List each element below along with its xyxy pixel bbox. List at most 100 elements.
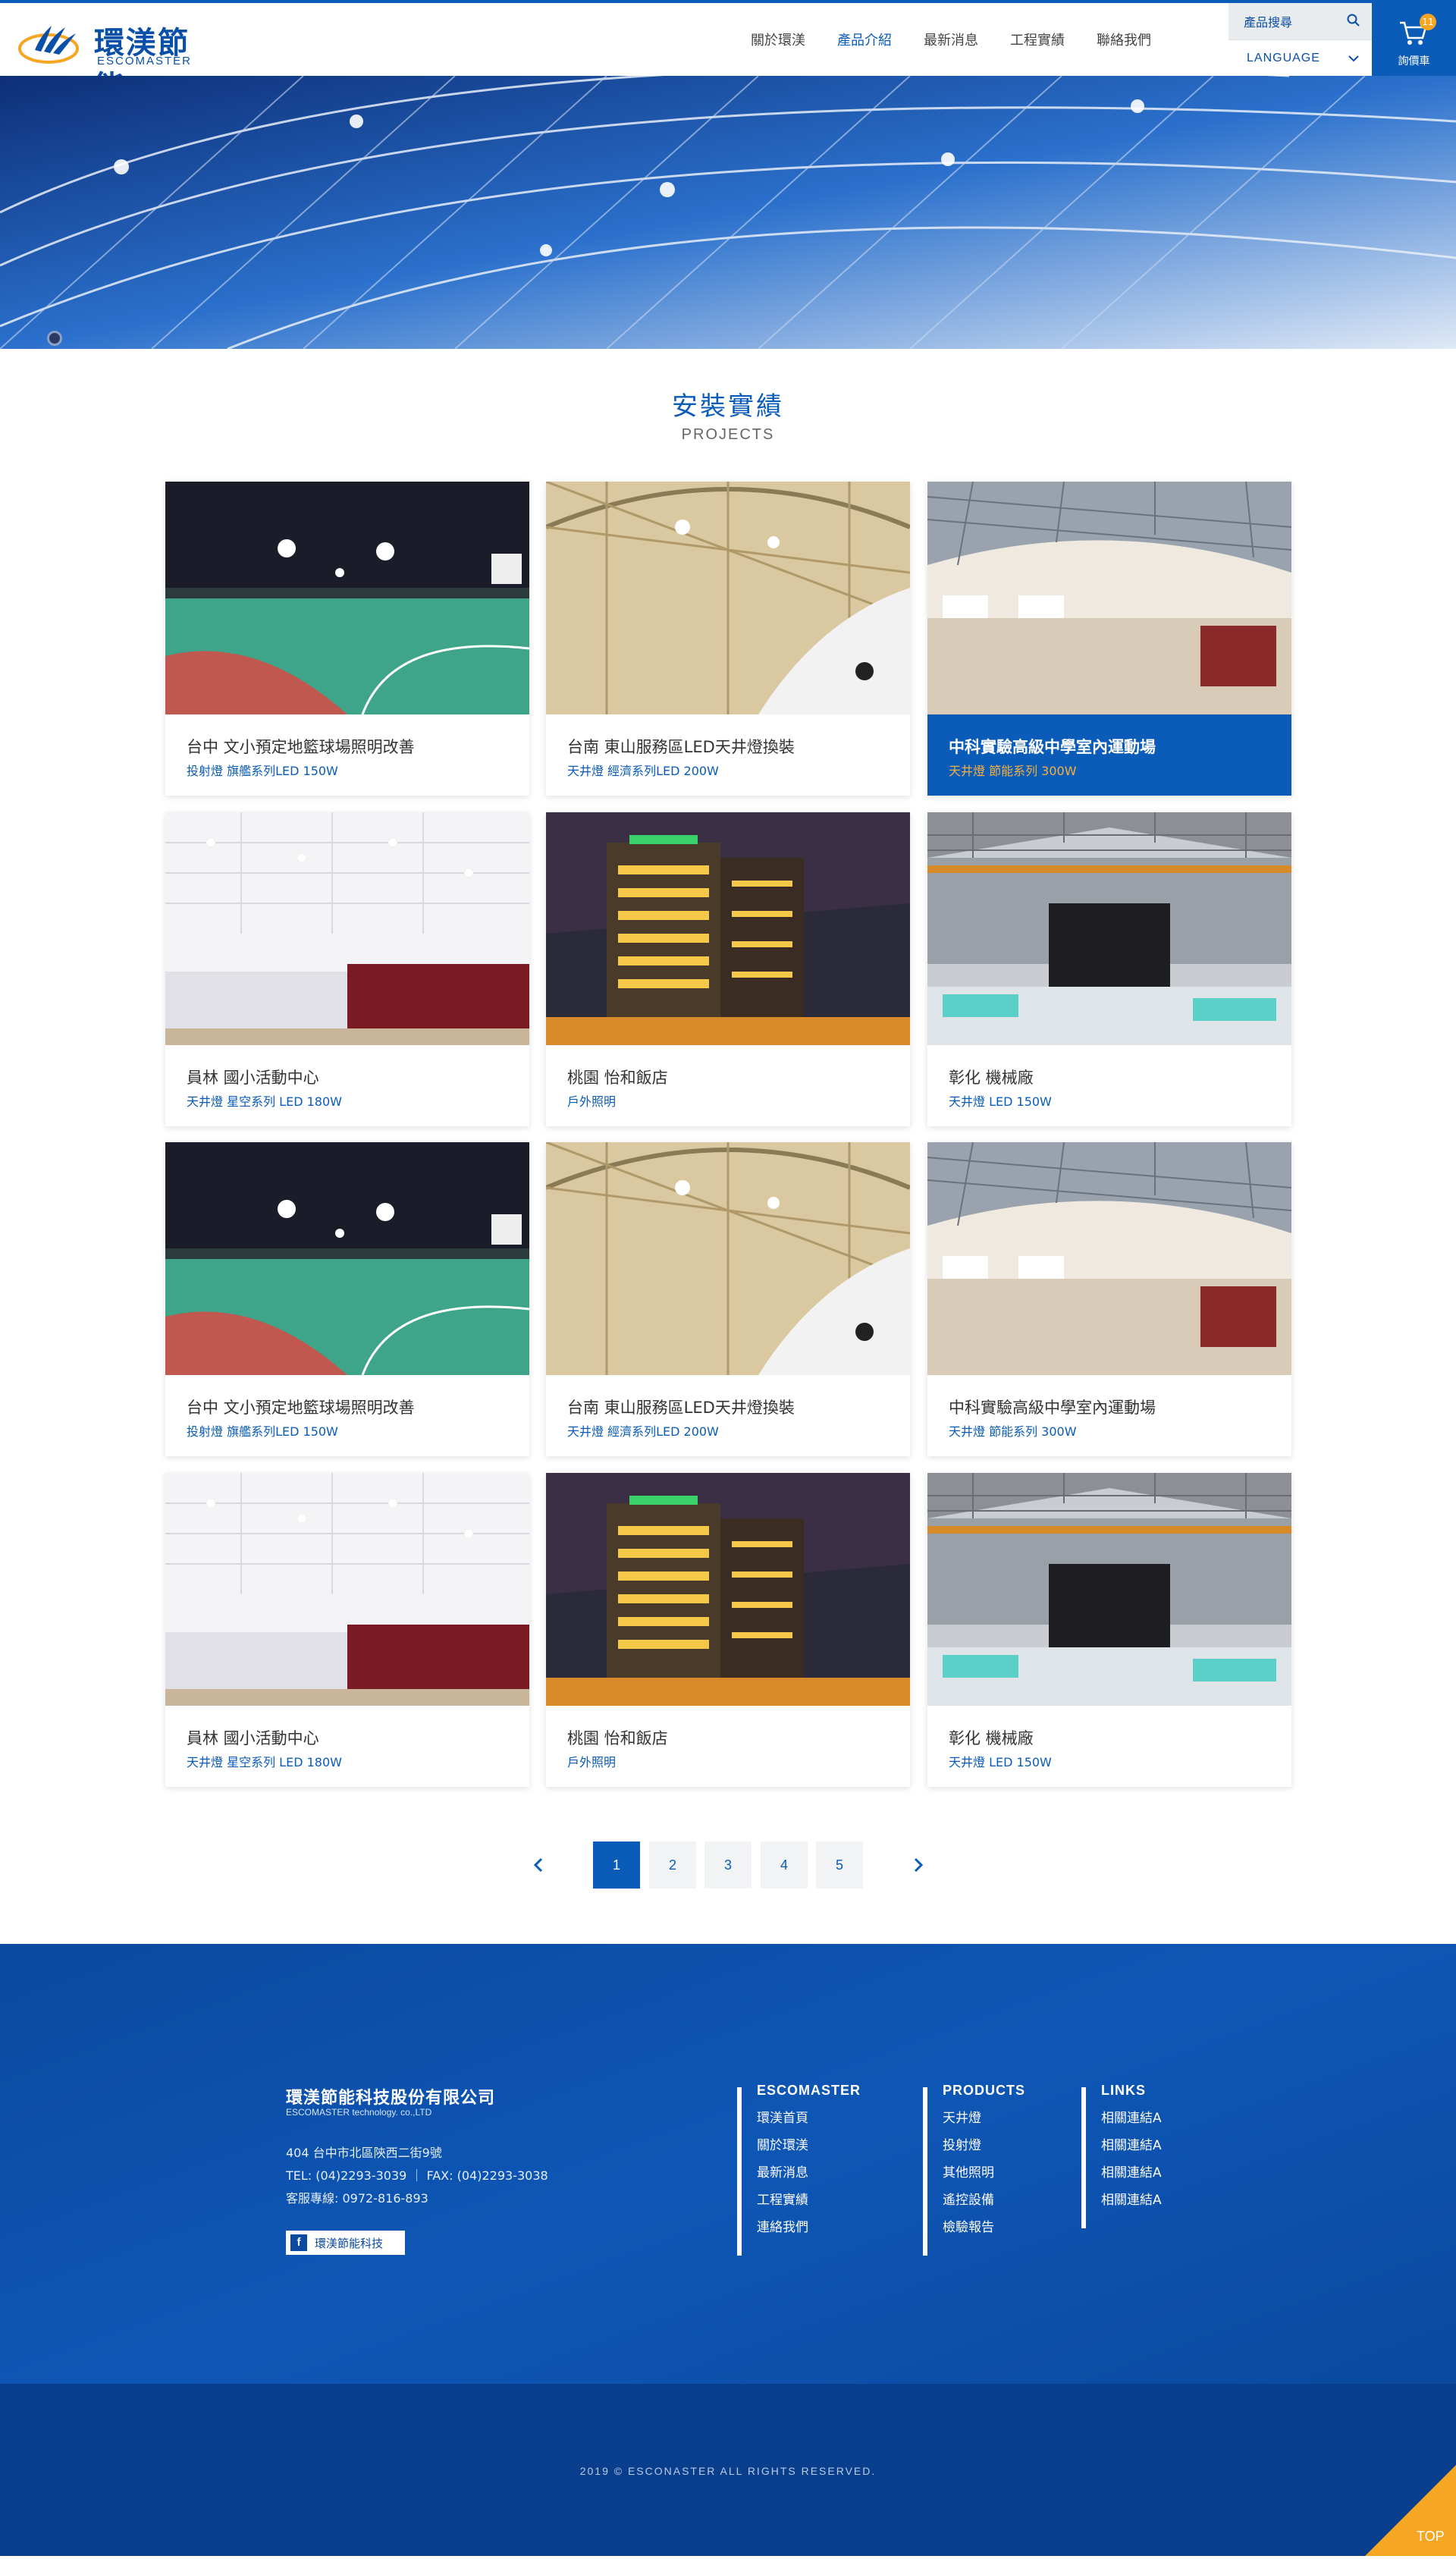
- logo-text-en: ESCOMASTER: [97, 55, 193, 68]
- language-label: LANGUAGE: [1247, 51, 1320, 64]
- language-select[interactable]: LANGUAGE: [1228, 39, 1372, 76]
- hero-banner: [0, 76, 1456, 349]
- project-title: 員林 國小活動中心: [187, 1069, 319, 1087]
- facebook-label: 環渼節能科技: [315, 2236, 384, 2250]
- project-card[interactable]: 台中 文小預定地籃球場照明改善 投射燈 旗艦系列LED 150W: [165, 1142, 529, 1456]
- project-title: 台南 東山服務區LED天井燈換裝: [567, 738, 795, 756]
- project-image: [546, 1142, 910, 1375]
- footer-link-related[interactable]: 相關連結A: [1101, 2139, 1162, 2153]
- footer-tel-fax: TEL: (04)2293-3039 ｜ FAX: (04)2293-3038: [286, 2168, 548, 2183]
- footer-hotline: 客服專線: 0972-816-893: [286, 2191, 428, 2206]
- project-tag: 戶外照明: [567, 1094, 617, 1109]
- project-card[interactable]: 台南 東山服務區LED天井燈換裝 天井燈 經濟系列LED 200W: [546, 1142, 910, 1456]
- footer-link-remote[interactable]: 遙控設備: [943, 2193, 1025, 2208]
- project-image: [165, 1473, 529, 1706]
- footer-link-contact[interactable]: 連絡我們: [757, 2221, 861, 2235]
- project-image: [546, 1473, 910, 1706]
- prev-page-icon[interactable]: [529, 1855, 548, 1875]
- footer-company-name-en: ESCOMASTER technology. co.,LTD: [286, 2107, 432, 2118]
- page-1[interactable]: 1: [593, 1842, 640, 1889]
- nav-item-products[interactable]: 產品介紹: [837, 30, 892, 49]
- project-title: 中科實驗高級中學室內運動場: [949, 1399, 1156, 1417]
- footer-link-related[interactable]: 相關連結A: [1101, 2166, 1162, 2181]
- project-tag: 天井燈 星空系列 LED 180W: [187, 1094, 342, 1109]
- project-card[interactable]: 中科實驗高級中學室內運動場 天井燈 節能系列 300W: [927, 1142, 1291, 1456]
- footer-col-links: LINKS 相關連結A 相關連結A 相關連結A 相關連結A: [1081, 2083, 1162, 2228]
- project-card[interactable]: 彰化 機械廠天井燈 LED 150W: [927, 1473, 1291, 1787]
- search-icon[interactable]: [1346, 13, 1361, 28]
- project-card[interactable]: 桃園 怡和飯店 戶外照明: [546, 812, 910, 1126]
- footer-col-heading: ESCOMASTER: [757, 2083, 861, 2098]
- inquiry-cart-button[interactable]: 11 詢價車: [1372, 0, 1456, 76]
- section-subtitle: PROJECTS: [681, 426, 775, 443]
- section-title: 安裝實績: [672, 391, 784, 422]
- pagination: 1 2 3 4 5: [0, 1842, 1456, 1889]
- footer-col-products: PRODUCTS 天井燈 投射燈 其他照明 遙控設備 檢驗報告: [923, 2083, 1025, 2256]
- carousel-dot[interactable]: [47, 331, 62, 346]
- project-card[interactable]: 中科實驗高級中學室內運動場天井燈 節能系列 300W: [927, 482, 1291, 796]
- nav-item-projects[interactable]: 工程實績: [1010, 30, 1065, 49]
- project-tag: 天井燈 LED 150W: [949, 1094, 1052, 1109]
- footer-col-heading: PRODUCTS: [943, 2083, 1026, 2098]
- project-title: 台南 東山服務區LED天井燈換裝: [567, 1399, 795, 1417]
- project-card[interactable]: 台中 文小預定地籃球場照明改善 投射燈 旗艦系列LED 150W: [165, 482, 529, 796]
- site-logo[interactable]: 環渼節能 ESCOMASTER: [18, 15, 215, 105]
- nav-item-news[interactable]: 最新消息: [924, 30, 978, 49]
- stadium-roof-image: [0, 76, 1456, 349]
- project-image: [927, 482, 1291, 714]
- project-title: 桃園 怡和飯店: [567, 1729, 668, 1747]
- copyright-text: 2019 © ESCONASTER ALL RIGHTS RESERVED.: [579, 2465, 877, 2477]
- facebook-link[interactable]: f 環渼節能科技: [286, 2231, 405, 2255]
- footer-link-floodlight[interactable]: 投射燈: [943, 2139, 1025, 2153]
- footer-link-projects[interactable]: 工程實績: [757, 2193, 861, 2208]
- logo-swoosh-icon: [18, 26, 79, 64]
- nav-item-about[interactable]: 關於環渼: [751, 30, 805, 49]
- page-2[interactable]: 2: [649, 1842, 696, 1889]
- footer-link-related[interactable]: 相關連結A: [1101, 2193, 1162, 2208]
- project-image: [546, 812, 910, 1045]
- cart-count-badge: 11: [1420, 14, 1436, 30]
- product-search[interactable]: 產品搜尋: [1228, 3, 1372, 39]
- page-5[interactable]: 5: [816, 1842, 863, 1889]
- project-card[interactable]: 員林 國小活動中心天井燈 星空系列 LED 180W: [165, 1473, 529, 1787]
- page-3[interactable]: 3: [704, 1842, 752, 1889]
- project-title: 台中 文小預定地籃球場照明改善: [187, 1399, 415, 1417]
- page-4[interactable]: 4: [761, 1842, 808, 1889]
- footer-link-other-lighting[interactable]: 其他照明: [943, 2166, 1025, 2181]
- project-tag: 天井燈 經濟系列LED 200W: [567, 764, 719, 778]
- footer-link-related[interactable]: 相關連結A: [1101, 2112, 1162, 2126]
- footer-link-reports[interactable]: 檢驗報告: [943, 2221, 1025, 2235]
- project-tag: 天井燈 星空系列 LED 180W: [187, 1755, 342, 1769]
- project-title: 員林 國小活動中心: [187, 1729, 319, 1747]
- footer-col-escomaster: ESCOMASTER 環渼首頁 關於環渼 最新消息 工程實績 連絡我們: [737, 2083, 861, 2256]
- next-page-icon[interactable]: [908, 1855, 928, 1875]
- project-image: [165, 482, 529, 714]
- project-image: [927, 812, 1291, 1045]
- footer-link-about[interactable]: 關於環渼: [757, 2139, 861, 2153]
- footer-link-highbay[interactable]: 天井燈: [943, 2112, 1025, 2126]
- project-title: 中科實驗高級中學室內運動場: [949, 738, 1156, 756]
- search-label: 產品搜尋: [1244, 15, 1293, 30]
- project-title: 桃園 怡和飯店: [567, 1069, 668, 1087]
- footer-link-home[interactable]: 環渼首頁: [757, 2112, 861, 2126]
- project-card[interactable]: 台南 東山服務區LED天井燈換裝天井燈 經濟系列LED 200W: [546, 482, 910, 796]
- cart-label: 詢價車: [1398, 55, 1430, 68]
- back-to-top-button[interactable]: TOP: [1365, 2465, 1456, 2556]
- project-image: [546, 482, 910, 714]
- footer-link-news[interactable]: 最新消息: [757, 2166, 861, 2181]
- project-title: 彰化 機械廠: [949, 1729, 1034, 1747]
- site-header: 環渼節能 ESCOMASTER 關於環渼 產品介紹 最新消息 工程實績 聯絡我們…: [0, 0, 1456, 105]
- project-tag: 投射燈 旗艦系列LED 150W: [187, 1424, 338, 1439]
- project-card[interactable]: 員林 國小活動中心天井燈 星空系列 LED 180W: [165, 812, 529, 1126]
- site-footer: [0, 1944, 1456, 2384]
- project-image: [165, 1142, 529, 1375]
- project-tag: 天井燈 LED 150W: [949, 1755, 1052, 1769]
- project-card[interactable]: 桃園 怡和飯店 戶外照明: [546, 1473, 910, 1787]
- project-tag: 天井燈 經濟系列LED 200W: [567, 1424, 719, 1439]
- nav-item-contact[interactable]: 聯絡我們: [1097, 30, 1151, 49]
- main-nav: 關於環渼 產品介紹 最新消息 工程實績 聯絡我們: [751, 3, 1183, 76]
- top-label: TOP: [1417, 2529, 1445, 2544]
- project-title: 彰化 機械廠: [949, 1069, 1034, 1087]
- project-card[interactable]: 彰化 機械廠天井燈 LED 150W: [927, 812, 1291, 1126]
- project-tag: 天井燈 節能系列 300W: [949, 764, 1077, 778]
